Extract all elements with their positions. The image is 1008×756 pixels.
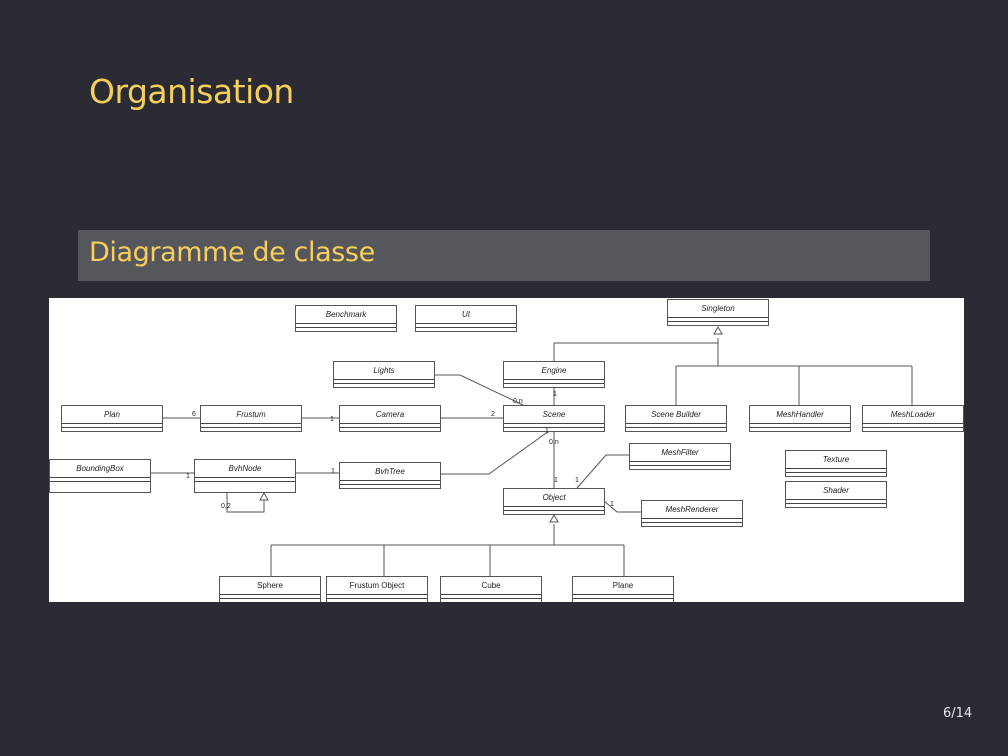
class-name: Shader bbox=[786, 482, 886, 500]
class-name: Sphere bbox=[220, 577, 320, 595]
block-title: Diagramme de classe bbox=[89, 237, 375, 268]
class-object: Object bbox=[503, 488, 605, 515]
multiplicity-camera-scene: 2 bbox=[491, 411, 495, 418]
connector-object-meshfilter bbox=[576, 454, 629, 489]
class-name: MeshHandler bbox=[750, 406, 850, 424]
class-name: Plan bbox=[62, 406, 162, 424]
class-cube: Cube bbox=[440, 576, 542, 602]
inheritance-arrow-singleton bbox=[713, 325, 723, 335]
multiplicity-engine-scene: 1 bbox=[553, 391, 557, 398]
class-sphere: Sphere bbox=[219, 576, 321, 602]
class-singleton: Singleton bbox=[667, 299, 769, 326]
class-name: BoundingBox bbox=[50, 460, 150, 478]
class-mesh-handler: MeshHandler bbox=[749, 405, 851, 432]
class-bvh-node: BvhNode bbox=[194, 459, 296, 493]
multiplicity-bvhnode-bvhtree: 1 bbox=[331, 468, 335, 475]
class-name: BvhTree bbox=[340, 463, 440, 481]
class-name: Texture bbox=[786, 451, 886, 469]
class-plan: Plan bbox=[61, 405, 163, 432]
class-scene: Scene bbox=[503, 405, 605, 432]
multiplicity-object-scene: 1 bbox=[554, 477, 558, 484]
class-engine: Engine bbox=[503, 361, 605, 388]
class-name: Plane bbox=[573, 577, 673, 595]
class-name: Scene Builder bbox=[626, 406, 726, 424]
multiplicity-object-meshrenderer: 1 bbox=[610, 501, 614, 508]
class-name: MeshLoader bbox=[863, 406, 963, 424]
page-number: 6/14 bbox=[943, 706, 973, 721]
class-diagram: Benchmark UI Singleton Lights Engine Pla… bbox=[49, 298, 964, 602]
class-name: Scene bbox=[504, 406, 604, 424]
class-name: Object bbox=[504, 489, 604, 507]
class-frustum: Frustum bbox=[200, 405, 302, 432]
multiplicity-object-meshfilter: 1 bbox=[575, 477, 579, 484]
class-name: BvhNode bbox=[195, 460, 295, 478]
class-bounding-box: BoundingBox bbox=[49, 459, 151, 493]
multiplicity-boundingbox-bvhnode: 1 bbox=[186, 473, 190, 480]
class-shader: Shader bbox=[785, 481, 887, 508]
connector-bvhnode-self bbox=[226, 492, 265, 513]
multiplicity-scene-bvhtree: 1 bbox=[545, 428, 549, 435]
multiplicity-scene-object: 0,n bbox=[549, 439, 559, 446]
class-mesh-filter: MeshFilter bbox=[629, 443, 731, 470]
class-name: Frustum bbox=[201, 406, 301, 424]
class-texture: Texture bbox=[785, 450, 887, 477]
block-header: Diagramme de classe bbox=[78, 230, 930, 281]
multiplicity-plan-frustum: 6 bbox=[192, 411, 196, 418]
class-mesh-loader: MeshLoader bbox=[862, 405, 964, 432]
multiplicity-frustum-camera: 1 bbox=[330, 416, 334, 423]
slide-title: Organisation bbox=[89, 72, 294, 111]
multiplicity-bvhnode-children: 0,2 bbox=[221, 503, 231, 510]
class-camera: Camera bbox=[339, 405, 441, 432]
class-lights: Lights bbox=[333, 361, 435, 388]
class-name: Singleton bbox=[668, 300, 768, 318]
connector-bvhtree-scene bbox=[440, 430, 550, 475]
inheritance-arrow-bvhnode bbox=[259, 491, 269, 501]
class-mesh-renderer: MeshRenderer bbox=[641, 500, 743, 527]
multiplicity-lights-scene: 0,n bbox=[513, 398, 523, 405]
class-name: MeshFilter bbox=[630, 444, 730, 462]
class-name: Engine bbox=[504, 362, 604, 380]
class-scene-builder: Scene Builder bbox=[625, 405, 727, 432]
class-bvh-tree: BvhTree bbox=[339, 462, 441, 489]
class-name: Cube bbox=[441, 577, 541, 595]
class-name: Camera bbox=[340, 406, 440, 424]
class-benchmark: Benchmark bbox=[295, 305, 397, 332]
class-name: Frustum Object bbox=[327, 577, 427, 595]
class-name: UI bbox=[416, 306, 516, 324]
class-frustum-object: Frustum Object bbox=[326, 576, 428, 602]
class-name: Lights bbox=[334, 362, 434, 380]
class-name: Benchmark bbox=[296, 306, 396, 324]
class-ui: UI bbox=[415, 305, 517, 332]
class-name: MeshRenderer bbox=[642, 501, 742, 519]
class-plane: Plane bbox=[572, 576, 674, 602]
